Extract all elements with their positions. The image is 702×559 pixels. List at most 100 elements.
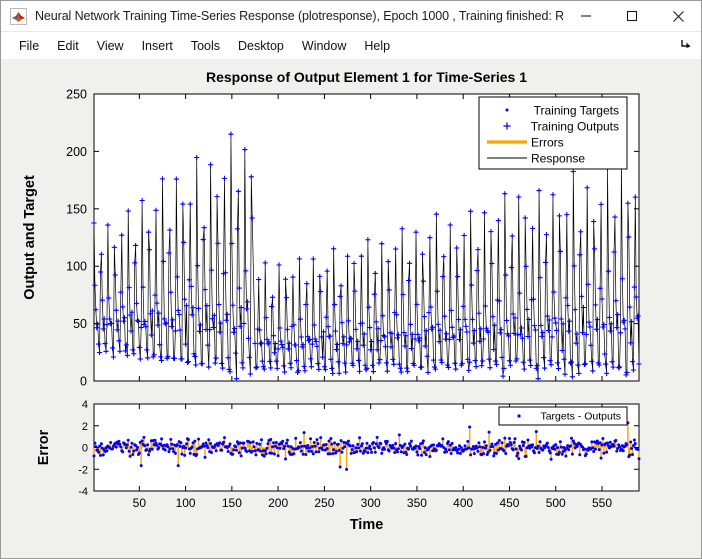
training-target-marker bbox=[310, 365, 313, 368]
plot-title: Response of Output Element 1 for Time-Se… bbox=[206, 69, 527, 85]
training-target-marker bbox=[157, 312, 160, 314]
training-target-marker bbox=[517, 196, 520, 198]
menu-item-insert[interactable]: Insert bbox=[133, 36, 182, 56]
arrow-down-right-icon[interactable] bbox=[679, 37, 693, 51]
training-target-marker bbox=[559, 250, 562, 253]
menu-item-desktop[interactable]: Desktop bbox=[229, 36, 293, 56]
error-point bbox=[441, 437, 445, 441]
menu-item-view[interactable]: View bbox=[88, 36, 133, 56]
error-point bbox=[218, 441, 222, 445]
training-target-marker bbox=[230, 133, 232, 136]
training-target-marker bbox=[169, 291, 172, 294]
training-target-marker bbox=[205, 328, 207, 331]
training-target-marker bbox=[546, 315, 549, 317]
training-target-marker bbox=[334, 330, 337, 332]
error-point bbox=[294, 436, 298, 440]
menu-item-edit[interactable]: Edit bbox=[48, 36, 88, 56]
error-point bbox=[259, 449, 263, 453]
error-point bbox=[264, 452, 268, 456]
training-target-marker bbox=[154, 294, 156, 296]
error-point bbox=[405, 453, 409, 457]
error-point bbox=[428, 455, 432, 459]
training-target-marker bbox=[598, 364, 601, 366]
training-target-marker bbox=[613, 251, 615, 253]
maximize-button[interactable] bbox=[609, 2, 655, 31]
error-point bbox=[360, 442, 364, 446]
training-target-marker bbox=[265, 316, 267, 319]
training-target-marker bbox=[581, 331, 584, 334]
training-target-marker bbox=[280, 340, 282, 343]
training-target-marker bbox=[367, 306, 370, 309]
close-button[interactable] bbox=[655, 2, 701, 31]
error-point bbox=[334, 449, 338, 453]
training-target-marker bbox=[518, 292, 521, 294]
training-target-marker bbox=[122, 320, 125, 323]
training-target-marker bbox=[111, 347, 114, 349]
training-target-marker bbox=[537, 377, 539, 380]
training-target-marker bbox=[207, 366, 210, 368]
error-point bbox=[495, 451, 499, 455]
training-target-marker bbox=[632, 369, 635, 371]
training-target-marker bbox=[196, 264, 199, 267]
training-target-marker bbox=[231, 242, 233, 245]
training-target-marker bbox=[589, 326, 591, 328]
error-point bbox=[504, 451, 508, 455]
training-target-marker bbox=[447, 366, 450, 369]
training-target-marker bbox=[274, 342, 277, 345]
y-tick-label: -2 bbox=[78, 464, 88, 476]
training-target-marker bbox=[483, 211, 486, 214]
error-point bbox=[124, 446, 128, 450]
training-target-marker bbox=[368, 326, 371, 329]
training-target-marker bbox=[392, 358, 394, 361]
error-point bbox=[377, 446, 381, 450]
x-tick-label: 50 bbox=[133, 496, 147, 510]
training-target-marker bbox=[233, 327, 236, 330]
training-target-marker bbox=[562, 322, 564, 325]
error-point bbox=[408, 444, 412, 448]
training-target-marker bbox=[579, 230, 582, 233]
error-point bbox=[602, 451, 606, 455]
error-point bbox=[468, 425, 472, 429]
training-target-marker bbox=[450, 309, 453, 312]
training-target-marker bbox=[467, 369, 470, 372]
training-target-marker bbox=[210, 269, 213, 271]
training-target-marker bbox=[144, 320, 146, 323]
training-target-marker bbox=[347, 320, 350, 322]
training-target-marker bbox=[474, 359, 477, 362]
training-target-marker bbox=[421, 253, 424, 256]
training-target-marker bbox=[118, 339, 120, 342]
training-target-marker bbox=[493, 324, 496, 327]
menu-item-help[interactable]: Help bbox=[355, 36, 399, 56]
y-tick-label: 50 bbox=[73, 317, 87, 331]
error-point bbox=[285, 438, 289, 442]
training-target-marker bbox=[406, 370, 409, 373]
error-point bbox=[204, 441, 208, 445]
error-point bbox=[395, 450, 399, 454]
training-target-marker bbox=[341, 321, 343, 324]
training-target-marker bbox=[357, 359, 360, 362]
training-target-marker bbox=[503, 192, 506, 195]
training-target-marker bbox=[212, 326, 215, 329]
error-point bbox=[240, 446, 244, 450]
error-point bbox=[516, 451, 520, 455]
training-target-marker bbox=[508, 359, 511, 362]
training-target-marker bbox=[604, 363, 607, 365]
error-point bbox=[351, 444, 355, 448]
minimize-button[interactable] bbox=[563, 2, 609, 31]
training-target-marker bbox=[94, 284, 96, 287]
menu-item-tools[interactable]: Tools bbox=[182, 36, 229, 56]
error-point bbox=[608, 440, 612, 444]
training-target-marker bbox=[420, 366, 423, 368]
training-target-marker bbox=[459, 328, 462, 331]
error-point bbox=[286, 444, 290, 448]
menu-item-file[interactable]: File bbox=[10, 36, 48, 56]
error-point bbox=[447, 448, 451, 452]
training-target-marker bbox=[220, 362, 223, 365]
menu-item-window[interactable]: Window bbox=[293, 36, 355, 56]
training-target-marker bbox=[178, 313, 180, 316]
training-target-marker bbox=[95, 308, 97, 311]
training-target-marker bbox=[257, 278, 260, 281]
training-target-marker bbox=[129, 314, 131, 316]
y-tick-label: 100 bbox=[66, 260, 87, 274]
training-target-marker bbox=[461, 362, 464, 365]
